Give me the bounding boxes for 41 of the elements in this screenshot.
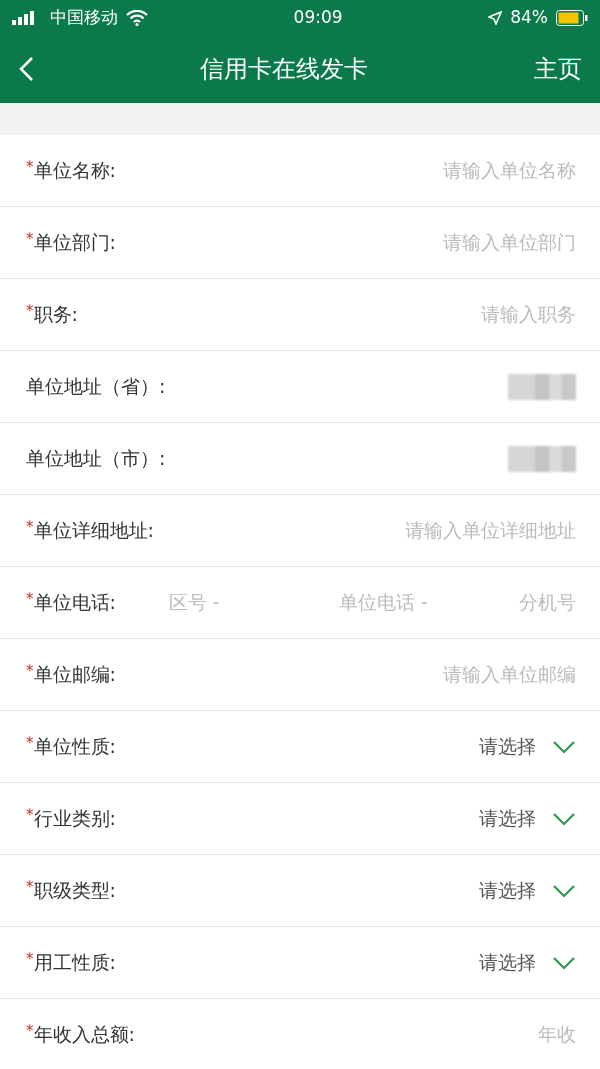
field-label: *单位名称: <box>26 157 116 184</box>
location-arrow-icon <box>488 10 503 25</box>
field-label: *行业类别: <box>26 805 116 832</box>
input-field[interactable]: 分机号 <box>516 588 576 617</box>
input-field[interactable]: 单位电话 - <box>308 588 428 617</box>
input-field[interactable]: 请输入单位部门 <box>440 228 576 257</box>
field-label: *单位电话: <box>26 589 116 616</box>
input-field[interactable]: 请输入职务 <box>479 300 576 329</box>
field-label: *职级类型: <box>26 877 116 904</box>
status-time: 09:09 <box>292 5 344 29</box>
select-dropdown[interactable]: 请选择 <box>479 948 576 977</box>
select-dropdown[interactable]: 请选择 <box>479 732 576 761</box>
blurred-value <box>508 373 576 400</box>
input-field[interactable]: 请输入单位邮编 <box>440 660 576 689</box>
field-label: 单位地址（省）: <box>26 374 166 400</box>
chevron-down-icon <box>552 811 576 826</box>
field-label: 单位地址（市）: <box>26 446 166 472</box>
carrier-name: 中国移动 <box>50 5 118 29</box>
field-label: *单位邮编: <box>26 661 116 688</box>
battery-icon <box>556 9 588 26</box>
field-label: *单位详细地址: <box>26 517 154 544</box>
home-link[interactable]: 主页 <box>534 51 582 87</box>
field-label: *用工性质: <box>26 949 116 976</box>
field-label: *年收入总额: <box>26 1021 135 1048</box>
chevron-down-icon <box>552 739 576 754</box>
chevron-down-icon <box>552 955 576 970</box>
field-label: *单位部门: <box>26 229 116 256</box>
blurred-value <box>508 445 576 472</box>
chevron-down-icon <box>552 883 576 898</box>
input-field[interactable]: 请输入单位详细地址 <box>401 516 576 545</box>
select-dropdown[interactable]: 请选择 <box>479 876 576 905</box>
field-label: *职务: <box>26 301 78 328</box>
back-button[interactable] <box>18 56 34 82</box>
field-label: *单位性质: <box>26 733 116 760</box>
input-field[interactable]: 请输入单位名称 <box>440 156 576 185</box>
battery-percent: 84% <box>510 5 548 29</box>
page-title: 信用卡在线发卡 <box>200 54 368 85</box>
input-field[interactable]: 年收 <box>537 1020 576 1049</box>
input-field[interactable]: 区号 - <box>139 588 220 617</box>
wifi-icon <box>126 9 148 26</box>
select-dropdown[interactable]: 请选择 <box>479 804 576 833</box>
